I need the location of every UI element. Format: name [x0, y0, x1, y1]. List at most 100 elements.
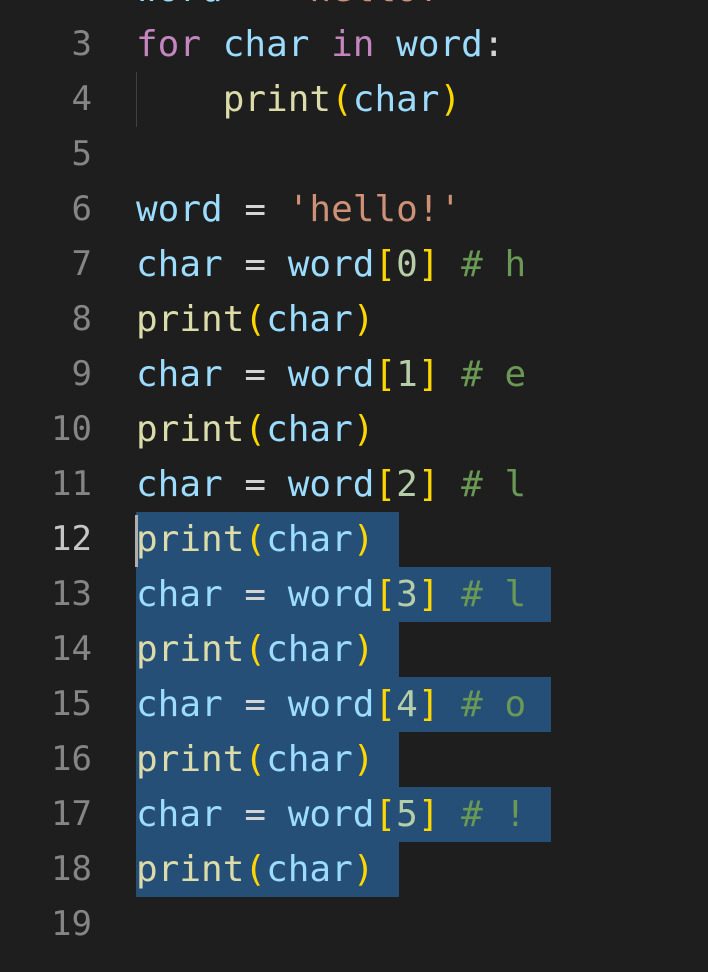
line-number: 9	[71, 354, 92, 394]
code-token: char	[136, 354, 223, 395]
code-token: print	[136, 299, 245, 340]
code-token: =	[222, 189, 288, 230]
code-token: )	[439, 79, 462, 120]
code-token: char	[266, 739, 353, 780]
code-line[interactable]: 11 char = word[2] # l	[0, 457, 708, 512]
code-token: [	[374, 354, 397, 395]
code-line[interactable]: 2 word = 'hello!'	[0, 0, 708, 17]
code-text: word = 'hello!'	[136, 0, 461, 17]
code-token: [	[374, 244, 397, 285]
code-token: char	[136, 684, 223, 725]
code-text: print(char)	[136, 622, 374, 677]
code-token: 0	[396, 244, 418, 285]
code-token: # !	[439, 794, 527, 835]
code-token: 5	[396, 794, 418, 835]
code-text: print(char)	[136, 402, 374, 457]
code-token: ]	[417, 794, 440, 835]
code-line[interactable]: 10 print(char)	[0, 402, 708, 457]
code-text: word = 'hello!'	[136, 182, 461, 237]
code-token: (	[244, 629, 267, 670]
line-number: 13	[51, 574, 92, 614]
code-token: word	[287, 794, 375, 835]
code-token: )	[352, 519, 375, 560]
line-number: 16	[51, 739, 92, 779]
code-token: [	[374, 794, 397, 835]
code-text: char = word[2] # l	[136, 457, 526, 512]
code-token: word	[287, 354, 375, 395]
code-line[interactable]: 7 char = word[0] # h	[0, 237, 708, 292]
code-token: :	[482, 24, 505, 65]
code-token: 'hello!'	[288, 0, 461, 10]
code-token: char	[136, 244, 223, 285]
line-number: 12	[51, 519, 92, 559]
code-token: print	[136, 849, 245, 890]
code-token: [	[374, 574, 397, 615]
line-number: 17	[51, 794, 92, 834]
code-token: (	[244, 409, 267, 450]
code-token: 2	[396, 464, 418, 505]
code-token: word	[287, 464, 375, 505]
code-text: char = word[3] # l	[136, 567, 526, 622]
text-cursor	[135, 515, 138, 567]
code-token: ]	[417, 574, 440, 615]
code-line[interactable]: 16 print(char)	[0, 732, 708, 787]
code-token: =	[222, 684, 288, 725]
code-token: 1	[396, 354, 418, 395]
code-line[interactable]: 19	[0, 897, 708, 952]
code-line[interactable]: 17 char = word[5] # !	[0, 787, 708, 842]
code-text: print(char)	[136, 732, 374, 787]
code-token: print	[136, 519, 245, 560]
line-number: 5	[71, 134, 92, 174]
code-token: [	[374, 684, 397, 725]
code-text: print(char)	[136, 512, 374, 567]
code-token: for	[136, 24, 202, 65]
code-token: =	[222, 354, 288, 395]
code-token: ]	[417, 244, 440, 285]
code-line[interactable]: 13 char = word[3] # l	[0, 567, 708, 622]
code-token: ]	[417, 354, 440, 395]
code-token: )	[352, 409, 375, 450]
code-token: char	[266, 519, 353, 560]
code-token: char	[266, 849, 353, 890]
code-token: word	[287, 574, 375, 615]
code-token: (	[244, 739, 267, 780]
line-number: 14	[51, 629, 92, 669]
code-token: print	[222, 79, 332, 120]
code-token: 4	[396, 684, 418, 725]
code-token: in	[331, 24, 375, 65]
line-number: 6	[71, 189, 92, 229]
code-line[interactable]: 9 char = word[1] # e	[0, 347, 708, 402]
code-token: char	[136, 794, 223, 835]
code-line[interactable]: 18 print(char)	[0, 842, 708, 897]
code-token: word	[136, 189, 223, 230]
line-number: 10	[51, 409, 92, 449]
code-token: )	[352, 629, 375, 670]
line-number: 15	[51, 684, 92, 724]
code-line[interactable]: 12 print(char)	[0, 512, 708, 567]
code-line[interactable]: 14 print(char)	[0, 622, 708, 677]
code-editor[interactable]: 2word = 'hello!'3for char in word:4 prin…	[0, 0, 708, 972]
code-token: char	[222, 24, 310, 65]
code-line[interactable]: 5	[0, 127, 708, 182]
code-line[interactable]: 4 print(char)	[0, 72, 708, 127]
code-text: char = word[4] # o	[136, 677, 526, 732]
code-token: 3	[396, 574, 418, 615]
code-text: for char in word:	[136, 17, 505, 72]
code-token: print	[136, 629, 245, 670]
code-token: (	[244, 519, 267, 560]
code-line[interactable]: 15 char = word[4] # o	[0, 677, 708, 732]
code-line[interactable]: 8 print(char)	[0, 292, 708, 347]
line-number: 2	[0, 0, 92, 17]
code-text: print(char)	[136, 842, 374, 897]
code-text: char = word[1] # e	[136, 347, 526, 402]
code-token: (	[244, 299, 267, 340]
code-token: # l	[439, 574, 527, 615]
code-token: word	[136, 0, 223, 10]
code-token: =	[222, 464, 288, 505]
line-number: 7	[71, 244, 92, 284]
code-line[interactable]: 3 for char in word:	[0, 17, 708, 72]
code-token: print	[136, 409, 245, 450]
code-line[interactable]: 6 word = 'hello!'	[0, 182, 708, 237]
code-token: )	[352, 739, 375, 780]
